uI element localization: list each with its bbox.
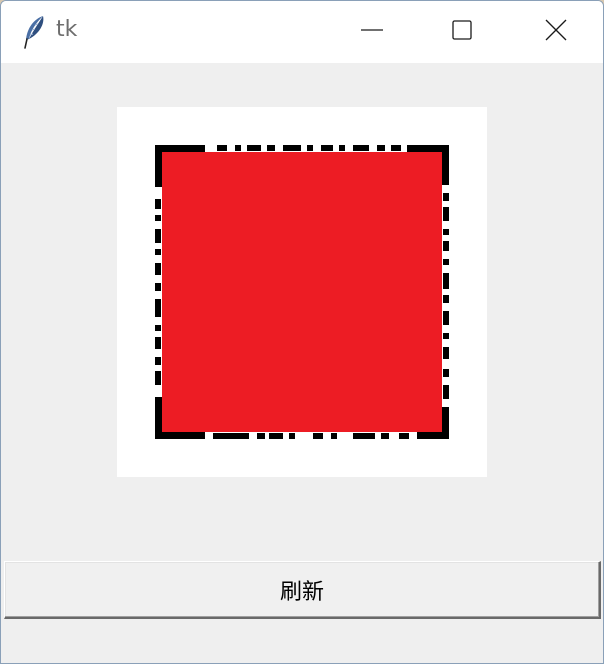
minimize-icon [360, 18, 384, 46]
main-content: 刷新 [1, 63, 603, 663]
red-overlay-block [162, 152, 442, 432]
refresh-button[interactable]: 刷新 [4, 561, 601, 619]
title-bar[interactable]: tk [1, 1, 603, 63]
close-button[interactable] [511, 1, 601, 63]
minimize-button[interactable] [327, 1, 417, 63]
qr-code-image [155, 145, 449, 439]
window-title: tk [56, 17, 78, 42]
maximize-button[interactable] [417, 1, 507, 63]
tk-window: tk 刷新 [0, 0, 604, 664]
qr-canvas [117, 107, 487, 477]
feather-icon [23, 15, 47, 49]
maximize-icon [451, 19, 473, 45]
close-icon [544, 18, 568, 46]
